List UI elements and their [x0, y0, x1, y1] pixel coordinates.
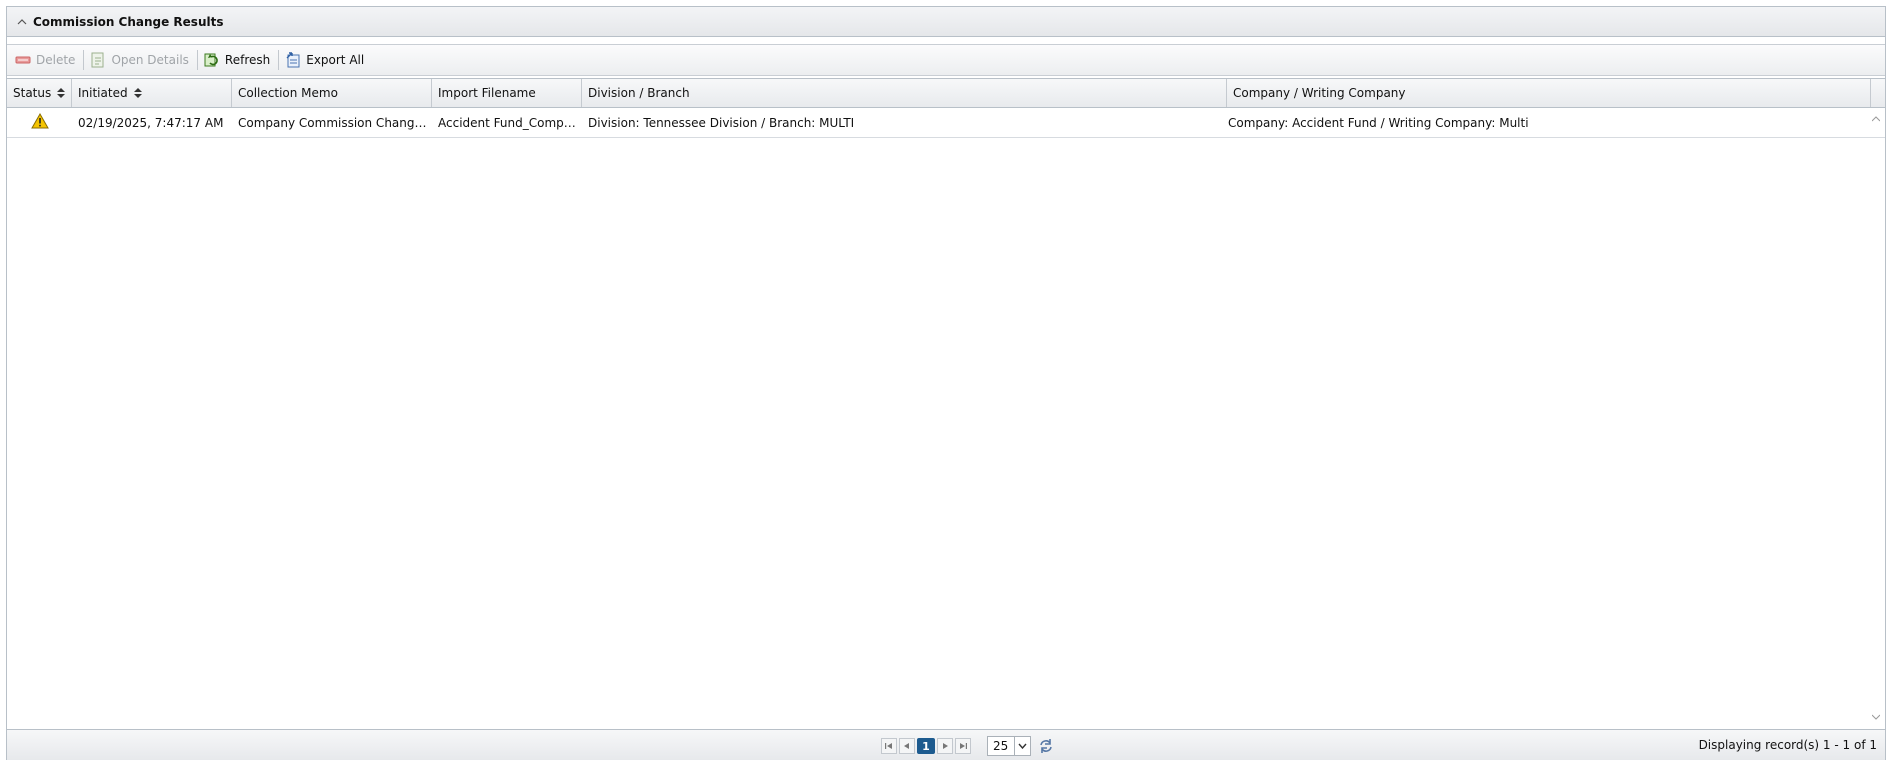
column-header-import-filename[interactable]: Import Filename: [432, 79, 582, 107]
table-row[interactable]: 02/19/2025, 7:47:17 AM Company Commissio…: [7, 108, 1885, 138]
warning-icon: [31, 113, 49, 132]
first-page-button[interactable]: [881, 738, 897, 754]
delete-button[interactable]: Delete: [11, 48, 81, 72]
toolbar-separator: [196, 50, 198, 70]
column-header-collection-memo[interactable]: Collection Memo: [232, 79, 432, 107]
toolbar-separator: [278, 50, 280, 70]
export-all-button[interactable]: Export All: [281, 48, 370, 72]
refresh-label: Refresh: [224, 53, 271, 67]
column-header-status[interactable]: Status: [7, 79, 72, 107]
page-size-value: 25: [993, 739, 1009, 753]
column-header-spacer: [1871, 79, 1885, 107]
delete-icon: [14, 51, 32, 69]
initiated-cell: 02/19/2025, 7:47:17 AM: [78, 115, 224, 130]
import-filename-cell: Accident Fund_Compa...: [438, 115, 582, 130]
column-header-company-writing-company[interactable]: Company / Writing Company: [1227, 79, 1871, 107]
open-details-icon: [89, 51, 107, 69]
open-details-label: Open Details: [111, 53, 189, 67]
grid-footer: 1 25 Displaying record(s) 1 - 1 of 1: [7, 729, 1885, 760]
column-header-initiated[interactable]: Initiated: [72, 79, 232, 107]
results-grid: Status Initiated Collection Memo Import …: [7, 78, 1885, 729]
company-writing-company-cell: Company: Accident Fund / Writing Company…: [1228, 115, 1529, 130]
grid-header: Status Initiated Collection Memo Import …: [7, 79, 1885, 108]
commission-change-results-panel: Commission Change Results Delete Open De…: [6, 6, 1886, 760]
collapse-chevron-icon[interactable]: [15, 15, 29, 29]
refresh-icon: [203, 51, 221, 69]
export-all-label: Export All: [306, 53, 365, 67]
record-count-text: Displaying record(s) 1 - 1 of 1: [1698, 738, 1877, 752]
status-cell: [7, 113, 72, 132]
chevron-down-icon[interactable]: [1014, 737, 1030, 755]
page-size-select[interactable]: 25: [987, 736, 1031, 756]
column-header-division-branch[interactable]: Division / Branch: [582, 79, 1227, 107]
next-page-button[interactable]: [937, 738, 953, 754]
grid-body: 02/19/2025, 7:47:17 AM Company Commissio…: [7, 108, 1885, 728]
sort-icon[interactable]: [133, 88, 142, 98]
delete-label: Delete: [36, 53, 76, 67]
collection-memo-cell: Company Commission Change -...: [238, 115, 432, 130]
panel-header[interactable]: Commission Change Results: [7, 7, 1885, 37]
open-details-button[interactable]: Open Details: [86, 48, 194, 72]
panel-title: Commission Change Results: [33, 14, 224, 29]
previous-page-button[interactable]: [899, 738, 915, 754]
scroll-up-arrow-icon[interactable]: [1871, 114, 1881, 124]
pager: 1 25: [881, 736, 1055, 756]
toolbar-separator: [83, 50, 85, 70]
current-page-number[interactable]: 1: [917, 738, 935, 754]
sort-icon[interactable]: [57, 88, 66, 98]
reload-icon[interactable]: [1037, 737, 1055, 755]
toolbar: Delete Open Details Refresh Export All: [7, 44, 1885, 76]
export-icon: [284, 51, 302, 69]
last-page-button[interactable]: [955, 738, 971, 754]
division-branch-cell: Division: Tennessee Division / Branch: M…: [588, 115, 855, 130]
refresh-button[interactable]: Refresh: [200, 48, 276, 72]
scroll-down-arrow-icon[interactable]: [1871, 712, 1881, 722]
